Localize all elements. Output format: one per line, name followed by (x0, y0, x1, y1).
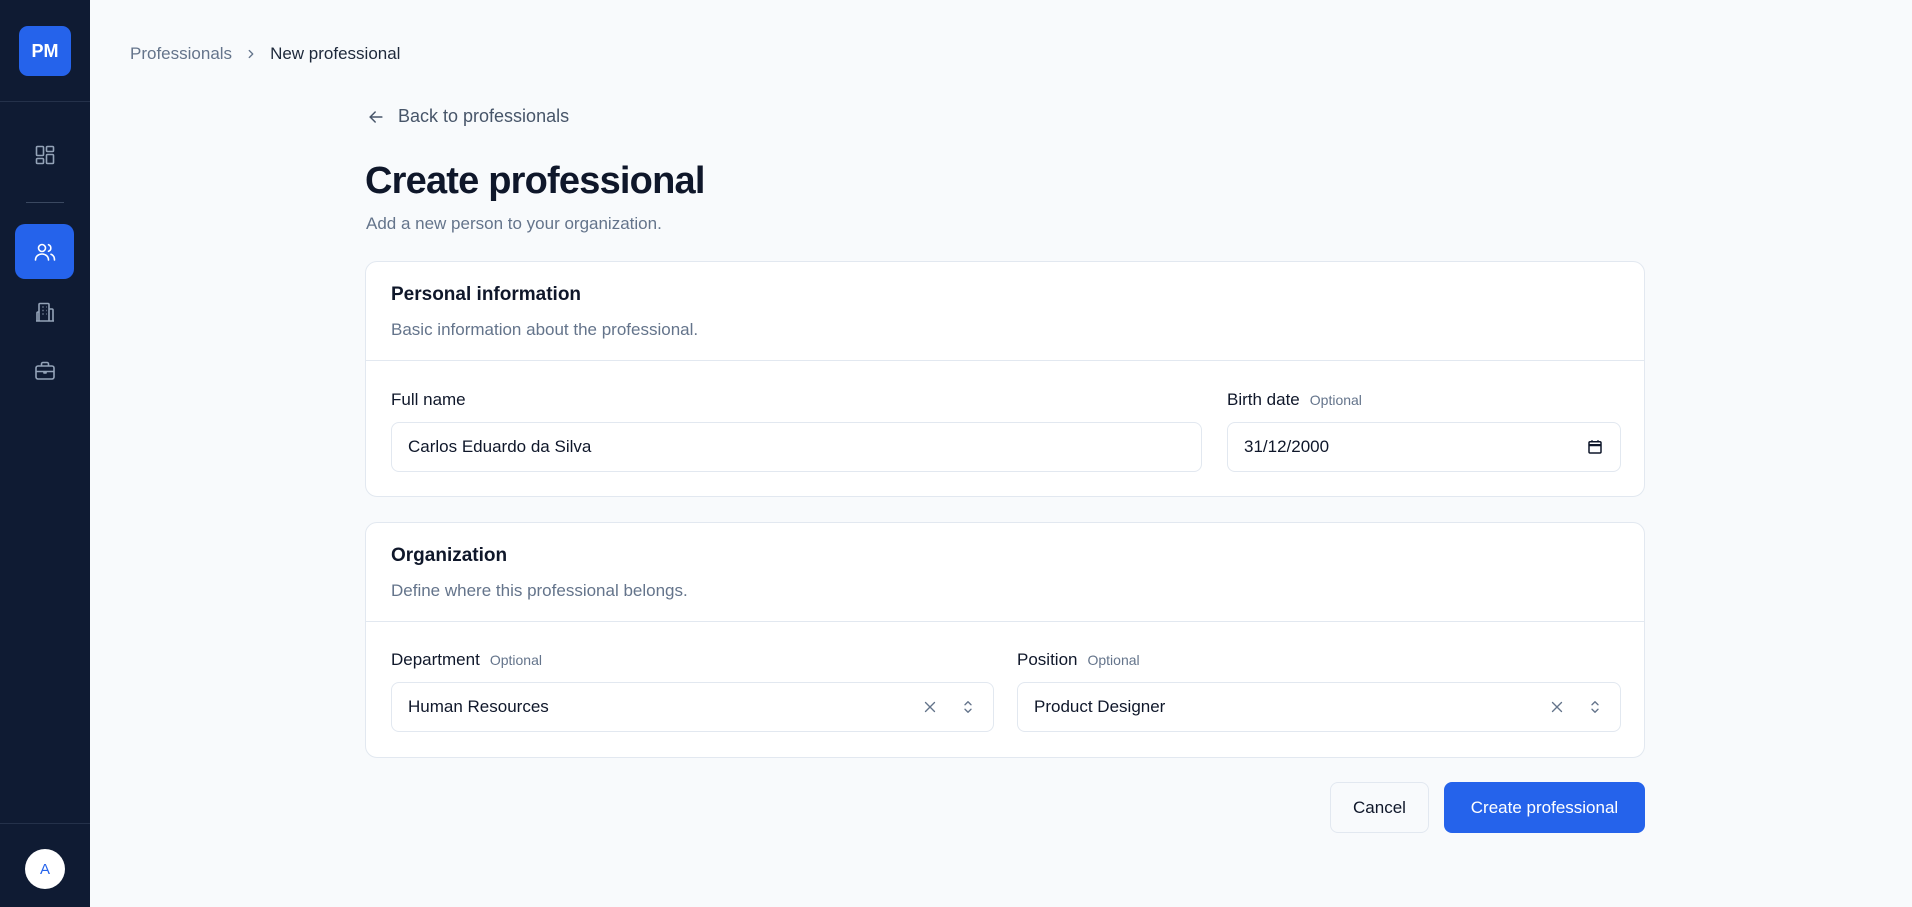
birth-date-label: Birth date Optional (1227, 390, 1362, 410)
clear-icon[interactable] (921, 698, 939, 716)
nav-departments[interactable] (15, 284, 74, 339)
card-title: Personal information (391, 284, 582, 305)
clear-icon[interactable] (1548, 698, 1566, 716)
chevron-right-icon (244, 47, 258, 61)
position-select[interactable]: Product Designer (1017, 682, 1621, 732)
position-label: Position Optional (1017, 650, 1140, 670)
app-logo[interactable]: PM (19, 26, 71, 76)
position-value: Product Designer (1034, 697, 1166, 716)
chevron-up-down-icon[interactable] (959, 698, 977, 716)
arrow-left-icon (369, 110, 383, 123)
birth-date-value: 31/12/2000 (1244, 437, 1330, 456)
department-label-text: Department (391, 650, 480, 669)
optional-tag: Optional (489, 652, 542, 668)
nav-dashboard[interactable] (15, 127, 74, 182)
optional-tag: Optional (1087, 652, 1140, 668)
full-name-field[interactable]: Carlos Eduardo da Silva (391, 422, 1202, 472)
back-link-label: Back to professionals (398, 106, 570, 126)
department-label: Department Optional (391, 650, 542, 670)
sidebar-divider (0, 101, 90, 102)
card-header: Organization Define where this professio… (366, 523, 1644, 622)
dashboard-icon (35, 145, 54, 164)
sidebar-separator (26, 202, 64, 203)
organization-card: Organization Define where this professio… (365, 522, 1645, 758)
nav-positions[interactable] (15, 343, 74, 398)
card-header: Personal information Basic information a… (366, 262, 1644, 361)
create-professional-button[interactable]: Create professional (1444, 782, 1645, 833)
sidebar-divider-bottom (0, 823, 90, 824)
position-label-text: Position (1017, 650, 1078, 669)
personal-information-card: Personal information Basic information a… (365, 261, 1645, 497)
breadcrumb-professionals[interactable]: Professionals (130, 44, 232, 64)
card-title: Organization (391, 545, 508, 566)
birth-date-field[interactable]: 31/12/2000 (1227, 422, 1621, 472)
page-subtitle: Add a new person to your organization. (366, 214, 662, 233)
birth-date-label-text: Birth date (1227, 390, 1300, 409)
page-title: Create professional (365, 160, 705, 202)
card-description: Define where this professional belongs. (391, 581, 688, 600)
department-value: Human Resources (408, 697, 549, 716)
building-icon (35, 302, 54, 322)
nav-professionals[interactable] (15, 224, 74, 279)
users-icon (34, 243, 55, 261)
full-name-label-text: Full name (391, 390, 466, 409)
department-select[interactable]: Human Resources (391, 682, 994, 732)
calendar-icon[interactable] (1586, 438, 1604, 456)
cancel-button[interactable]: Cancel (1330, 782, 1429, 833)
sidebar: PM A (0, 0, 90, 907)
back-to-professionals-link[interactable]: Back to professionals (366, 106, 569, 127)
briefcase-icon (34, 361, 55, 380)
breadcrumb: Professionals New professional (130, 44, 400, 64)
full-name-value: Carlos Eduardo da Silva (408, 437, 592, 456)
card-description: Basic information about the professional… (391, 320, 699, 339)
avatar[interactable]: A (25, 849, 65, 889)
full-name-label: Full name (391, 390, 466, 410)
chevron-up-down-icon[interactable] (1586, 698, 1604, 716)
breadcrumb-current: New professional (270, 44, 401, 63)
optional-tag: Optional (1309, 392, 1362, 408)
